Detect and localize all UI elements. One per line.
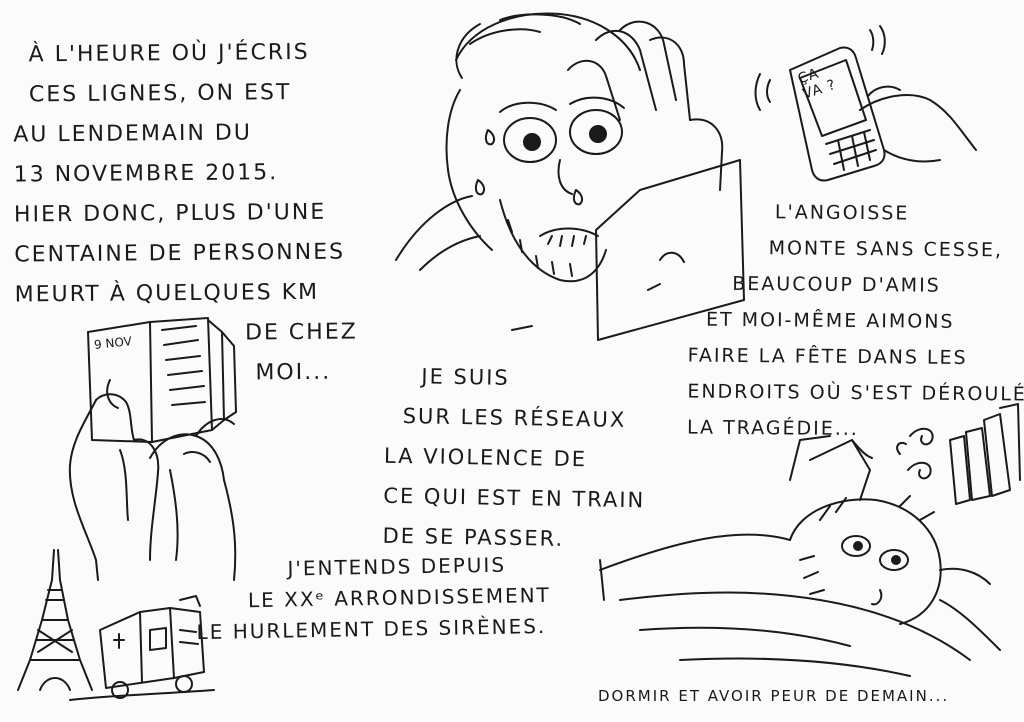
network-caption: JE SUIS SUR LES RÉSEAUX LA VIOLENCE DE C… — [382, 356, 647, 561]
network-line: SUR LES RÉSEAUX — [402, 404, 627, 432]
anxiety-line: FAIRE LA FÊTE DANS LES — [687, 344, 968, 369]
network-line: LA VIOLENCE DE — [383, 443, 588, 472]
anxiety-line: LA TRAGÉDIE... — [686, 416, 860, 441]
anxiety-caption: L'ANGOISSE MONTE SANS CESSE, BEAUCOUP D'… — [687, 194, 1024, 449]
intro-line: 13 NOVEMBRE 2015. — [13, 160, 279, 188]
intro-line: MOI... — [255, 359, 332, 386]
intro-line: DE CHEZ — [244, 319, 358, 346]
network-line: JE SUIS — [421, 364, 510, 390]
phone-hand-drawing — [754, 25, 977, 182]
sirens-caption: J'ENTENDS DEPUIS LE XXᵉ ARRONDISSEMENT L… — [195, 549, 551, 648]
eiffel-tower-drawing — [17, 549, 93, 691]
sleep-caption: DORMIR ET AVOIR PEUR DE DEMAIN... — [598, 687, 950, 705]
ambulance-drawing — [69, 595, 215, 701]
sirens-line: LE HURLEMENT DES SIRÈNES. — [196, 613, 547, 645]
intro-line: À L'HEURE OÙ J'ÉCRIS — [28, 39, 310, 68]
anxiety-line: L'ANGOISSE — [774, 201, 910, 225]
comic-page: À L'HEURE OÙ J'ÉCRIS CES LIGNES, ON EST … — [0, 0, 1024, 722]
intro-line: AU LENDEMAIN DU — [13, 120, 253, 148]
intro-line: CES LIGNES, ON EST — [28, 80, 292, 108]
network-line: CE QUI EST EN TRAIN — [383, 483, 646, 513]
intro-line: MEURT À QUELQUES KM — [14, 279, 320, 308]
anxiety-line: ENDROITS OÙ S'EST DÉROULÉ — [687, 380, 1024, 406]
intro-line: HIER DONC, PLUS D'UNE — [13, 199, 327, 228]
intro-caption: À L'HEURE OÙ J'ÉCRIS CES LIGNES, ON EST … — [12, 33, 358, 396]
intro-line: CENTAINE DE PERSONNES — [14, 239, 346, 268]
anxiety-line: BEAUCOUP D'AMIS — [732, 272, 941, 297]
anxiety-line: MONTE SANS CESSE, — [768, 237, 1004, 262]
anxiety-line: ET MOI-MÊME AIMONS — [705, 308, 955, 333]
